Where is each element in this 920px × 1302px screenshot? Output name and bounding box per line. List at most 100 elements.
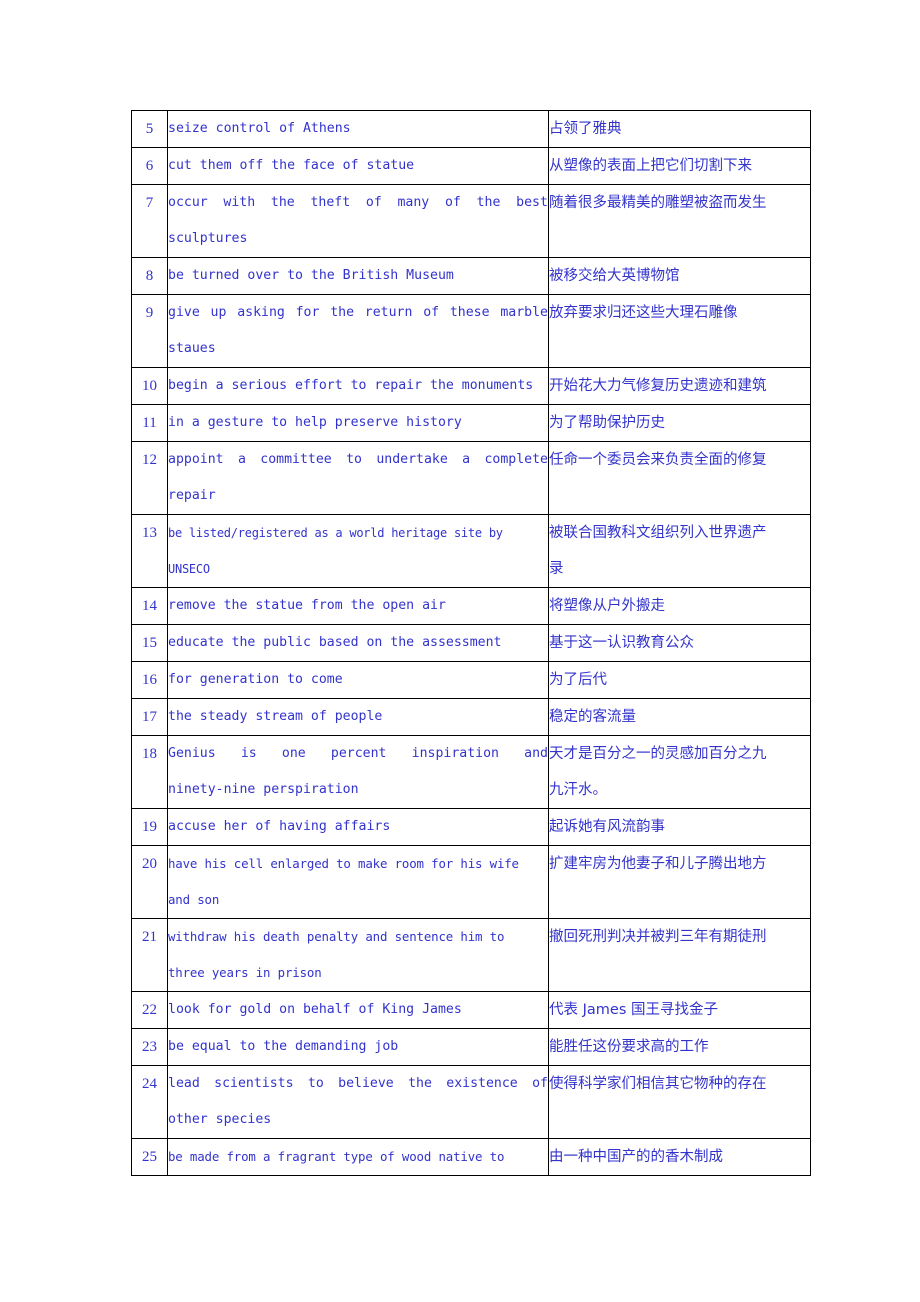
english-word: a: [462, 452, 471, 467]
table-row: 16 for generation to come 为了后代: [131, 661, 811, 699]
english-line: repair: [168, 488, 216, 503]
chinese-translation: 撤回死刑判决并被判三年有期徒刑: [548, 918, 811, 992]
chinese-line: 九汗水。: [549, 782, 608, 798]
english-line: be turned over to the British Museum: [168, 268, 454, 283]
english-line: for generation to come: [168, 672, 343, 687]
english-line: three years in prison: [168, 965, 322, 980]
english-word: Genius: [168, 746, 216, 761]
row-number: 8: [131, 257, 168, 295]
chinese-translation: 扩建牢房为他妻子和儿子腾出地方: [548, 845, 811, 919]
chinese-translation: 为了后代: [548, 661, 811, 699]
english-word: theft: [310, 195, 351, 210]
english-line: occur with the theft of many of the best: [168, 186, 548, 222]
table-row: 19 accuse her of having affairs 起诉她有风流韵事: [131, 808, 811, 846]
english-word: return: [364, 305, 413, 320]
chinese-translation: 由一种中国产的的香木制成: [548, 1138, 811, 1176]
chinese-line: 基于这一认识教育公众: [549, 635, 695, 651]
row-number: 21: [131, 918, 168, 992]
chinese-translation: 开始花大力气修复历史遗迹和建筑: [548, 367, 811, 405]
row-number: 19: [131, 808, 168, 846]
row-number: 16: [131, 661, 168, 699]
chinese-translation: 任命一个委员会来负责全面的修复: [548, 441, 811, 515]
chinese-line: 被移交给大英博物馆: [549, 268, 680, 284]
row-number: 15: [131, 624, 168, 662]
english-word: inspiration: [411, 746, 499, 761]
english-phrase: the steady stream of people: [167, 698, 549, 736]
chinese-line: 将塑像从户外搬走: [549, 598, 666, 614]
english-phrase: look for gold on behalf of King James: [167, 991, 549, 1029]
english-word: the: [330, 305, 355, 320]
english-line: seize control of Athens: [168, 121, 351, 136]
english-word: up: [210, 305, 227, 320]
english-phrase: Genius is one percent inspiration and ninety-n…: [167, 735, 549, 809]
chinese-line: 任命一个委员会来负责全面的修复: [549, 452, 767, 468]
english-word: give: [168, 305, 200, 320]
english-phrase: educate the public based on the assessme…: [167, 624, 549, 662]
english-line: ninety-nine perspiration: [168, 782, 359, 797]
row-number: 14: [131, 587, 168, 625]
table-row: 5 seize control of Athens 占领了雅典: [131, 110, 811, 148]
chinese-translation: 随着很多最精美的雕塑被盗而发生: [548, 184, 811, 258]
english-word: lead: [168, 1076, 200, 1091]
chinese-translation: 天才是百分之一的灵感加百分之九 九汗水。: [548, 735, 811, 809]
english-phrase: for generation to come: [167, 661, 549, 699]
english-word: many: [397, 195, 430, 210]
row-number: 7: [131, 184, 168, 258]
chinese-translation: 为了帮助保护历史: [548, 404, 811, 442]
english-word: the: [476, 195, 501, 210]
chinese-translation: 被联合国教科文组织列入世界遗产录: [548, 514, 811, 588]
english-line: other species: [168, 1112, 272, 1127]
chinese-line: 被联合国教科文组织列入世界遗产: [549, 525, 767, 541]
table-row: 15 educate the public based on the assess…: [131, 624, 811, 662]
english-word: occur: [168, 195, 208, 210]
english-phrase: give up asking for the return of these marble sta…: [167, 294, 549, 368]
english-line: begin a serious effort to repair the mon…: [168, 378, 534, 393]
english-line: and son: [168, 892, 220, 907]
chinese-line: 稳定的客流量: [549, 709, 637, 725]
table-row: 18 Genius is one percent inspiration and ninety…: [131, 735, 811, 809]
english-word: one: [281, 746, 306, 761]
row-number: 20: [131, 845, 168, 919]
row-number: 22: [131, 991, 168, 1029]
table-row: 25 be made from a fragrant type of wood n…: [131, 1138, 811, 1176]
row-number: 17: [131, 698, 168, 736]
vocabulary-table-body: 5 seize control of Athens 占领了雅典 6 cut them o…: [131, 110, 811, 1176]
table-row: 23 be equal to the demanding job 能胜任这份要求高的…: [131, 1028, 811, 1066]
table-row: 20 have his cell enlarged to make room fo…: [131, 845, 811, 919]
english-phrase: be made from a fragrant type of wood nat…: [167, 1138, 549, 1176]
chinese-line: 从塑像的表面上把它们切割下来: [549, 158, 753, 174]
chinese-line: 录: [549, 561, 564, 577]
english-word: the: [408, 1076, 432, 1091]
english-word: percent: [330, 746, 387, 761]
english-phrase: accuse her of having affairs: [167, 808, 549, 846]
document-page: 5 seize control of Athens 占领了雅典 6 cut them o…: [0, 0, 920, 1302]
table-row: 9 give up asking for the return of these marble st…: [131, 294, 811, 368]
english-word: to: [307, 1076, 324, 1091]
row-number: 11: [131, 404, 168, 442]
english-line: give up asking for the return of these marble: [168, 296, 548, 332]
vocabulary-table: 5 seize control of Athens 占领了雅典 6 cut them o…: [131, 110, 811, 1176]
english-word: and: [524, 746, 548, 761]
english-line: be equal to the demanding job: [168, 1039, 399, 1054]
chinese-line: 占领了雅典: [549, 121, 622, 137]
table-row: 21 withdraw his death penalty and sentenc…: [131, 918, 811, 992]
english-line: look for gold on behalf of King James: [168, 1002, 462, 1017]
english-word: for: [295, 305, 320, 320]
english-word: of: [423, 305, 440, 320]
english-phrase: be listed/registered as a world heritage…: [167, 514, 549, 588]
english-line: cut them off the face of statue: [168, 158, 415, 173]
table-row: 24 lead scientists to believe the existence of o…: [131, 1065, 811, 1139]
english-phrase: withdraw his death penalty and sentence …: [167, 918, 549, 992]
chinese-line: 由一种中国产的的香木制成: [549, 1149, 724, 1165]
english-word: to: [346, 452, 362, 467]
english-word: best: [516, 195, 548, 210]
english-word: believe: [338, 1076, 394, 1091]
chinese-translation: 起诉她有风流韵事: [548, 808, 811, 846]
english-line: the steady stream of people: [168, 709, 383, 724]
chinese-line: 起诉她有风流韵事: [549, 819, 666, 835]
chinese-line: 能胜任这份要求高的工作: [549, 1039, 709, 1055]
english-line: appoint a committee to undertake a complete: [169, 443, 548, 479]
english-word: these: [449, 305, 490, 320]
chinese-translation: 基于这一认识教育公众: [548, 624, 811, 662]
chinese-line: 天才是百分之一的灵感加百分之九: [549, 746, 767, 762]
